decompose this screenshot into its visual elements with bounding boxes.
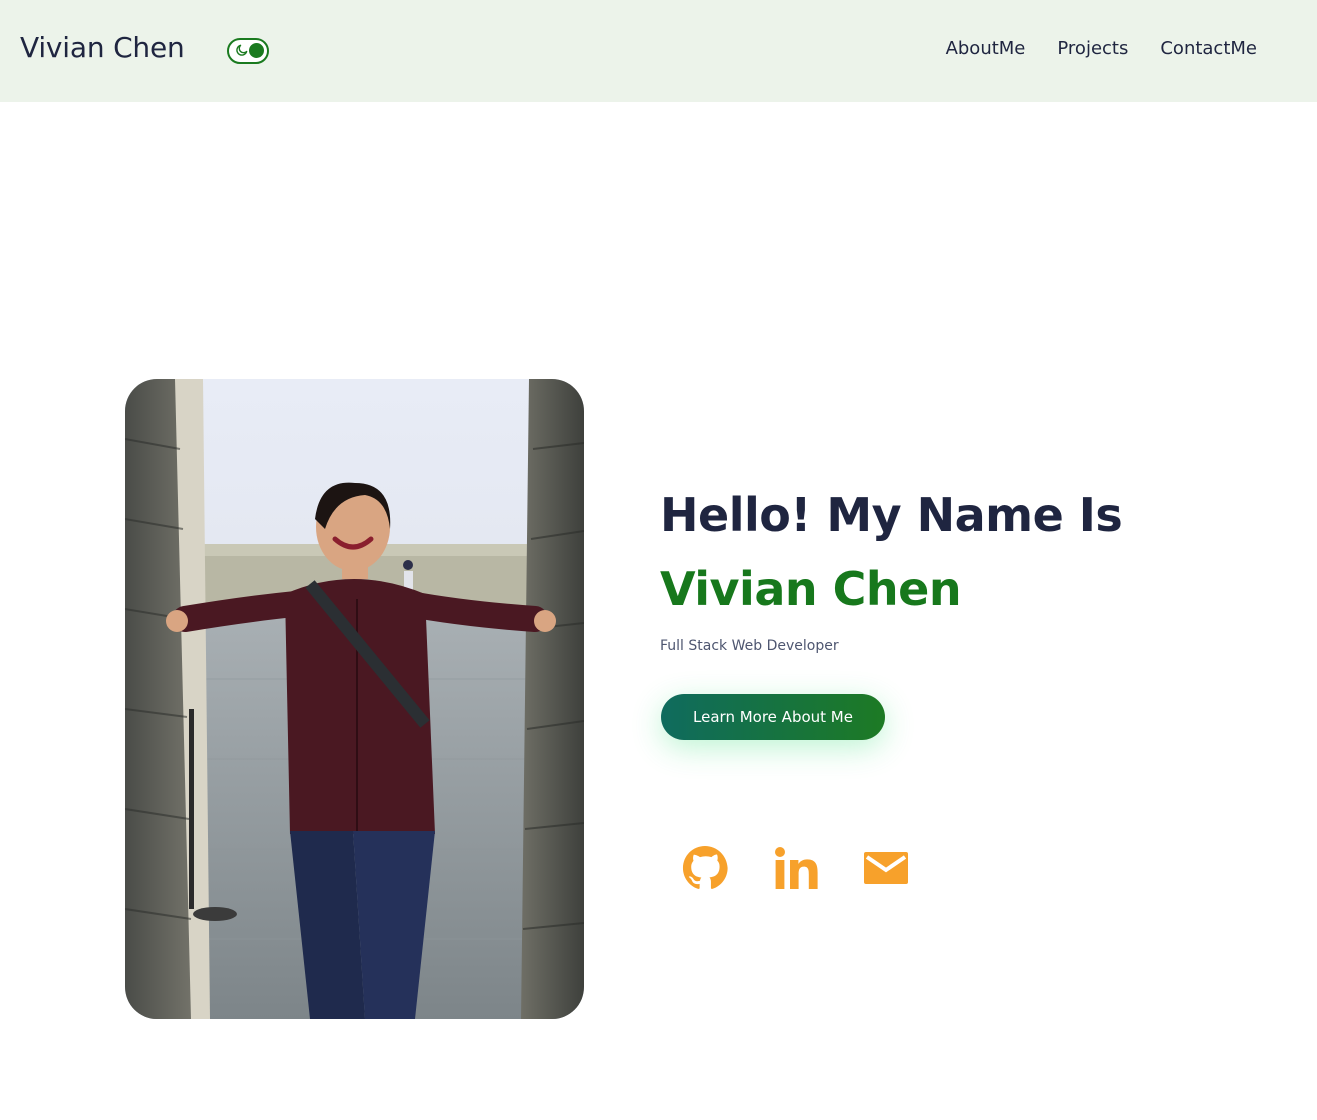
github-link[interactable]	[682, 844, 772, 892]
nav-link-contactme[interactable]: ContactMe	[1160, 38, 1257, 59]
linkedin-link[interactable]	[772, 844, 862, 892]
hero-subtitle: Full Stack Web Developer	[660, 638, 839, 654]
nav-links: AboutMe Projects ContactMe	[946, 38, 1257, 59]
nav-link-aboutme[interactable]: AboutMe	[946, 38, 1026, 59]
portrait-photo	[125, 379, 584, 1019]
email-link[interactable]	[862, 844, 952, 892]
brand-logo-link[interactable]: Vivian Chen	[20, 31, 185, 64]
hero-name: Vivian Chen	[660, 562, 962, 616]
learn-more-button[interactable]: Learn More About Me	[661, 694, 885, 740]
portrait-illustration	[125, 379, 584, 1019]
hero-text: Hello! My Name Is Vivian Chen Full Stack…	[660, 484, 1260, 654]
theme-toggle[interactable]	[227, 38, 269, 64]
mail-icon	[864, 852, 908, 884]
toggle-knob	[249, 43, 264, 58]
linkedin-icon	[775, 847, 818, 889]
hero-greeting: Hello! My Name Is	[660, 488, 1123, 542]
github-icon	[682, 845, 728, 889]
moon-icon	[236, 44, 248, 56]
social-links	[682, 844, 952, 892]
navbar: Vivian Chen AboutMe Projects ContactMe	[0, 0, 1317, 102]
nav-link-projects[interactable]: Projects	[1057, 38, 1128, 59]
